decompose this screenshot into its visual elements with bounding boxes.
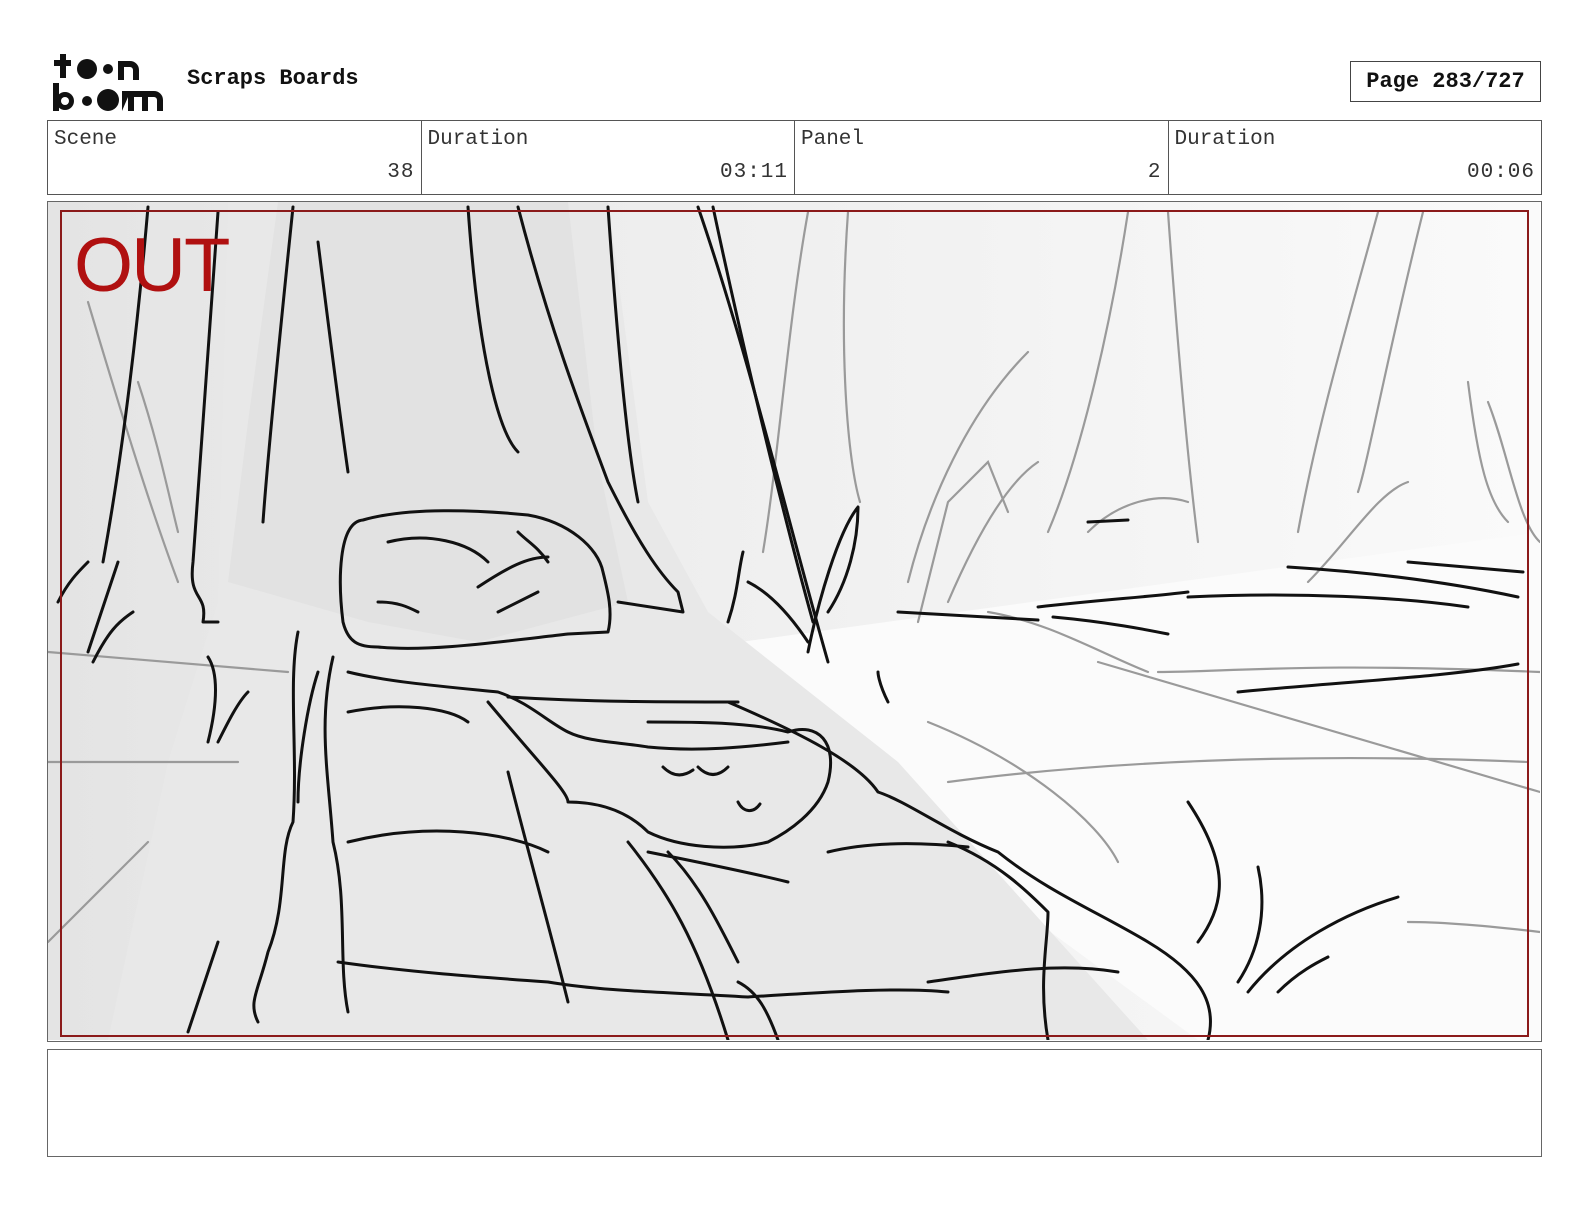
scene-duration-value: 03:11 <box>719 161 788 184</box>
page-number: Page 283/727 <box>1350 61 1541 102</box>
panel-duration-value: 00:06 <box>1466 161 1535 184</box>
toon-boom-logo <box>50 50 165 112</box>
panel-notes-box <box>47 1049 1542 1157</box>
panel-duration-label: Duration <box>1174 128 1276 151</box>
panel-cell: Panel 2 <box>795 121 1169 194</box>
scene-label: Scene <box>54 128 118 151</box>
panel-value: 2 <box>1147 161 1162 184</box>
panel-sketch-image <box>48 202 1540 1040</box>
panel-duration-cell: Duration 00:06 <box>1169 121 1542 194</box>
scene-info-row: Scene 38 Duration 03:11 Panel 2 Duration… <box>47 120 1542 195</box>
panel-label: Panel <box>801 128 865 151</box>
project-title: Scraps Boards <box>187 66 359 91</box>
scene-cell: Scene 38 <box>48 121 422 194</box>
camera-out-tag: OUT <box>74 223 230 308</box>
toon-boom-logo-icon <box>53 54 163 111</box>
scene-duration-label: Duration <box>427 128 529 151</box>
scene-value: 38 <box>387 161 415 184</box>
storyboard-panel: OUT <box>47 201 1542 1042</box>
scene-duration-cell: Duration 03:11 <box>422 121 795 194</box>
